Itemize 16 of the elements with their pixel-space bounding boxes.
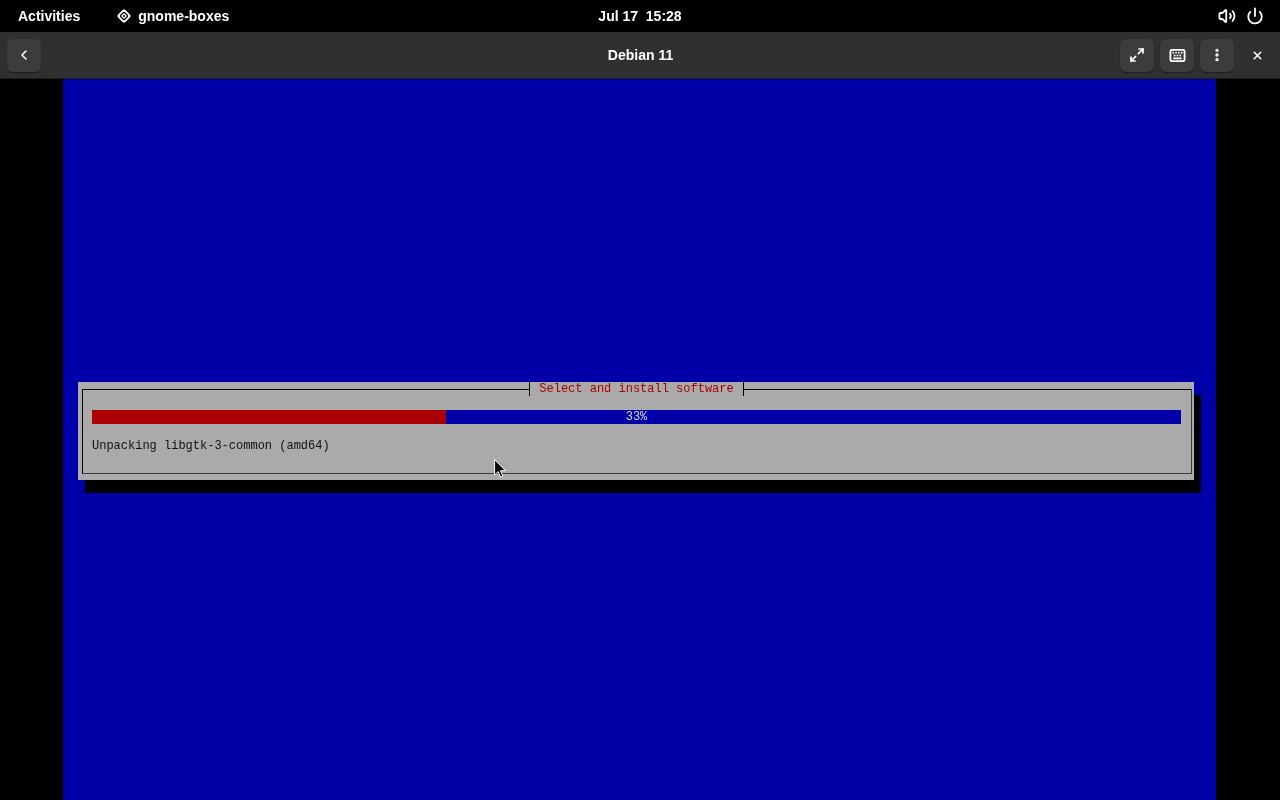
clock-button[interactable]: Jul 17 15:28 (589, 2, 691, 30)
close-icon (1250, 48, 1264, 62)
back-button[interactable] (7, 38, 41, 72)
expand-icon (1129, 47, 1145, 63)
activities-button[interactable]: Activities (9, 2, 90, 30)
status-text: Unpacking libgtk-3-common (amd64) (92, 439, 331, 453)
progress-percentage: 33% (625, 410, 648, 424)
power-icon[interactable] (1246, 7, 1264, 25)
fullscreen-button[interactable] (1120, 38, 1154, 72)
keyboard-icon (1168, 46, 1186, 64)
app-menu[interactable]: gnome-boxes (107, 2, 239, 30)
keyboard-button[interactable] (1160, 38, 1194, 72)
dialog-title: Select and install software (529, 382, 744, 396)
menu-button[interactable] (1200, 38, 1234, 72)
volume-icon[interactable] (1218, 7, 1236, 25)
window-title: Debian 11 (607, 47, 674, 63)
